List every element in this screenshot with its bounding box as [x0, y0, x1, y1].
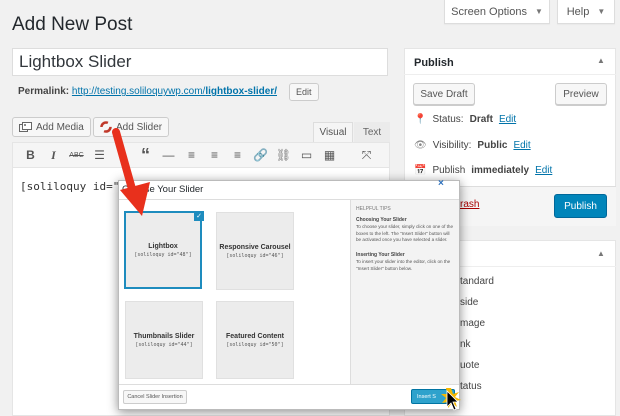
permalink-label: Permalink: — [18, 86, 70, 97]
help-heading: HELPFUL TIPS — [356, 206, 391, 212]
align-left-icon[interactable]: ≡ — [180, 148, 203, 162]
status-label: Status: — [432, 114, 464, 125]
slider-name: Featured Content — [226, 332, 284, 340]
collapse-up-icon[interactable]: ▲ — [597, 56, 605, 65]
close-icon[interactable]: × — [438, 178, 444, 189]
annotation-arrow-icon — [112, 128, 150, 216]
screen-options-button[interactable]: Screen Options ▼ — [444, 0, 550, 24]
permalink-link[interactable]: http://testing.soliloquywp.com/lightbox-… — [72, 86, 277, 97]
slider-card[interactable]: Featured Content [soliloquy id="50"] — [216, 301, 294, 379]
collapse-up-icon[interactable]: ▲ — [597, 249, 605, 258]
help-label: Help — [566, 5, 590, 18]
visibility-value: Public — [477, 140, 508, 151]
slider-name: Responsive Carousel — [219, 243, 291, 251]
status-row: 📍 Status: Draft Edit — [414, 114, 516, 125]
visibility-label: Visibility: — [432, 140, 472, 151]
slider-name: Lightbox — [148, 242, 178, 250]
link-icon[interactable]: 🔗 — [249, 148, 272, 162]
add-media-label: Add Media — [36, 121, 84, 133]
publish-button[interactable]: Publish — [554, 194, 607, 218]
align-right-icon[interactable]: ≡ — [226, 148, 249, 162]
cancel-slider-insertion-button[interactable]: Cancel Slider Insertion — [123, 390, 187, 404]
strikethrough-icon[interactable]: ABC — [65, 152, 88, 159]
status-edit-link[interactable]: Edit — [499, 114, 516, 125]
mouse-cursor-icon — [441, 388, 461, 411]
horizontal-rule-icon[interactable]: — — [157, 148, 180, 162]
format-option[interactable]: tandard — [460, 276, 494, 287]
eye-icon: 👁 — [414, 140, 427, 151]
format-option[interactable]: tatus — [460, 381, 482, 392]
slider-shortcode: [soliloquy id="46"] — [226, 252, 284, 259]
publish-date-edit-link[interactable]: Edit — [535, 165, 552, 176]
help-insert-text: To insert your slider into the editor, c… — [356, 258, 451, 271]
read-more-icon[interactable]: ▭ — [295, 148, 318, 162]
format-option[interactable]: nk — [460, 339, 471, 350]
help-button[interactable]: Help ▼ — [557, 0, 615, 24]
slider-card[interactable]: Lightbox [soliloquy id="48"] — [124, 211, 202, 289]
divider — [404, 74, 616, 75]
help-choose-text: To choose your slider, simply click on o… — [356, 224, 454, 243]
caret-down-icon: ▼ — [534, 7, 543, 16]
save-draft-button[interactable]: Save Draft — [413, 83, 475, 105]
post-title-input[interactable]: Lightbox Slider — [12, 48, 388, 76]
checkmark-icon: ✓ — [194, 211, 204, 221]
toolbar-toggle-icon[interactable]: ▦ — [318, 148, 341, 162]
publish-date-row: 📅 Publish immediately Edit — [414, 165, 552, 176]
permalink-edit-button[interactable]: Edit — [289, 83, 319, 101]
format-option[interactable]: uote — [460, 360, 479, 371]
preview-button[interactable]: Preview — [555, 83, 607, 105]
calendar-icon: 📅 — [414, 165, 427, 176]
media-icon — [19, 121, 32, 132]
bold-icon[interactable]: B — [19, 148, 42, 162]
permalink-row: Permalink: http://testing.soliloquywp.co… — [18, 86, 277, 97]
visibility-edit-link[interactable]: Edit — [513, 140, 530, 151]
tab-text[interactable]: Text — [354, 122, 390, 142]
publish-date-value: immediately — [471, 165, 530, 176]
caret-down-icon: ▼ — [597, 7, 606, 16]
publish-date-label: Publish — [432, 165, 466, 176]
visibility-row: 👁 Visibility: Public Edit — [414, 140, 531, 151]
publish-box-title: Publish — [414, 57, 454, 69]
help-choose-title: Choosing Your Slider — [356, 217, 407, 223]
slider-shortcode: [soliloquy id="48"] — [134, 251, 192, 258]
move-to-trash-link[interactable]: rash — [460, 199, 479, 210]
helpful-tips-pane: HELPFUL TIPS Choosing Your Slider To cho… — [350, 200, 459, 384]
slider-card[interactable]: Responsive Carousel [soliloquy id="46"] — [216, 212, 294, 290]
pin-icon: 📍 — [414, 114, 427, 125]
help-insert-title: Inserting Your Slider — [356, 251, 405, 258]
slider-name: Thumbnails Slider — [133, 332, 195, 340]
editor-toolbar: B I ABC ☰ ≡ “ — ≡ ≡ ≡ 🔗 ⛓ ▭ ▦ ⤧ — [12, 142, 390, 168]
slider-shortcode: [soliloquy id="50"] — [226, 341, 284, 348]
status-value: Draft — [469, 114, 493, 125]
tab-visual[interactable]: Visual — [313, 122, 353, 142]
fullscreen-icon[interactable]: ⤧ — [355, 148, 378, 163]
align-center-icon[interactable]: ≡ — [203, 148, 226, 162]
page-title: Add New Post — [12, 14, 133, 35]
slider-card[interactable]: Thumbnails Slider [soliloquy id="44"] — [125, 301, 203, 379]
screen-options-label: Screen Options — [451, 5, 527, 18]
format-option[interactable]: side — [460, 297, 478, 308]
slider-shortcode: [soliloquy id="44"] — [135, 341, 193, 348]
add-media-button[interactable]: Add Media — [12, 117, 91, 137]
format-option[interactable]: mage — [460, 318, 485, 329]
italic-icon[interactable]: I — [42, 148, 65, 163]
unlink-icon[interactable]: ⛓ — [272, 148, 295, 162]
